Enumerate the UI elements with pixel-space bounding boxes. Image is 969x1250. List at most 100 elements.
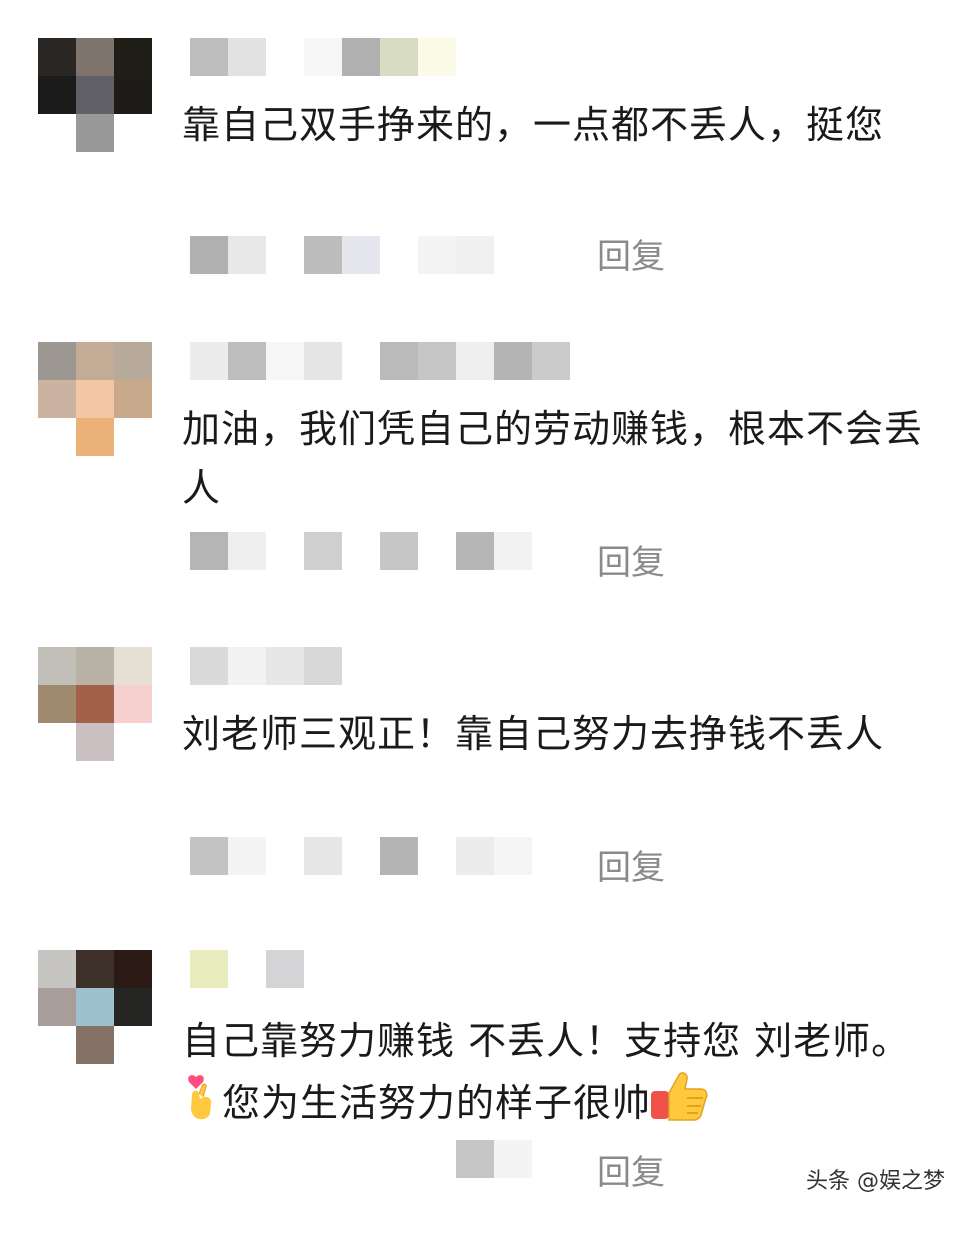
meta-pixel [342, 837, 380, 875]
meta-pixel [456, 837, 494, 875]
meta-pixel [456, 532, 494, 570]
reply-button[interactable]: 回复 [597, 544, 665, 582]
meta-pixel [342, 236, 380, 274]
username-blurred[interactable] [190, 647, 380, 685]
avatar-pixel [114, 723, 152, 761]
reply-button[interactable]: 回复 [597, 238, 665, 276]
avatar-pixel [38, 988, 76, 1026]
username-pixel [228, 950, 266, 988]
username-pixel [266, 342, 304, 380]
comment-text: 自己靠努力赚钱 不丢人！支持您 刘老师。 您为生活努力的样子很帅 [182, 1012, 942, 1140]
avatar-pixel [76, 988, 114, 1026]
username-pixel [380, 38, 418, 76]
comment-text-part: 自己靠努力赚钱 不丢人！支持您 刘老师。 [182, 1019, 911, 1063]
username-pixel [456, 342, 494, 380]
meta-pixel [456, 236, 494, 274]
meta-pixel [190, 1140, 228, 1178]
avatar-pixel [76, 342, 114, 380]
comment-meta-blurred [190, 236, 532, 274]
meta-pixel [304, 236, 342, 274]
username-blurred[interactable] [190, 38, 456, 76]
username-pixel [228, 342, 266, 380]
username-pixel [418, 342, 456, 380]
meta-pixel [190, 236, 228, 274]
comment-item: 靠自己双手挣来的，一点都不丢人，挺您 回复 [0, 38, 969, 338]
avatar-pixel [38, 1026, 76, 1064]
reply-button[interactable]: 回复 [597, 849, 665, 887]
avatar-pixel [114, 76, 152, 114]
meta-pixel [228, 236, 266, 274]
username-pixel [190, 342, 228, 380]
avatar[interactable] [38, 647, 152, 761]
avatar-pixel [38, 950, 76, 988]
username-pixel [266, 38, 304, 76]
username-pixel [418, 38, 456, 76]
avatar-pixel [76, 723, 114, 761]
meta-pixel [266, 532, 304, 570]
reply-button[interactable]: 回复 [597, 1154, 665, 1192]
avatar-pixel [38, 114, 76, 152]
comment-text: 刘老师三观正！靠自己努力去挣钱不丢人 [182, 712, 885, 756]
avatar-pixel [76, 647, 114, 685]
username-pixel [190, 950, 228, 988]
avatar-pixel [76, 114, 114, 152]
username-pixel [190, 647, 228, 685]
meta-pixel [418, 837, 456, 875]
avatar-pixel [76, 76, 114, 114]
avatar-pixel [114, 1026, 152, 1064]
username-pixel [532, 342, 570, 380]
meta-pixel [494, 1140, 532, 1178]
meta-pixel [380, 236, 418, 274]
avatar-pixel [76, 380, 114, 418]
username-blurred[interactable] [190, 342, 570, 380]
meta-pixel [304, 1140, 342, 1178]
finger-heart-emoji-icon [182, 1073, 222, 1138]
username-pixel [380, 342, 418, 380]
meta-pixel [190, 837, 228, 875]
avatar-pixel [38, 685, 76, 723]
username-pixel [304, 647, 342, 685]
avatar[interactable] [38, 38, 152, 152]
avatar-pixel [114, 380, 152, 418]
comment-item: 自己靠努力赚钱 不丢人！支持您 刘老师。 您为生活努力的样子很帅 回复 [0, 950, 969, 1250]
username-pixel [304, 342, 342, 380]
meta-pixel [304, 532, 342, 570]
username-blurred[interactable] [190, 950, 304, 988]
username-pixel [342, 38, 380, 76]
username-pixel [342, 342, 380, 380]
avatar-pixel [38, 76, 76, 114]
avatar-pixel [114, 950, 152, 988]
comment-text-part: 您为生活努力的样子很帅 [222, 1081, 652, 1125]
meta-pixel [228, 837, 266, 875]
meta-pixel [304, 837, 342, 875]
username-pixel [266, 950, 304, 988]
comment-text: 靠自己双手挣来的，一点都不丢人，挺您 [182, 103, 885, 147]
avatar[interactable] [38, 950, 152, 1064]
thumbs-up-emoji-icon [651, 1071, 709, 1140]
avatar-pixel [38, 380, 76, 418]
username-pixel [304, 38, 342, 76]
comment-text: 加油，我们凭自己的劳动赚钱，根本不会丢人 [182, 407, 924, 510]
meta-pixel [418, 236, 456, 274]
username-pixel [228, 38, 266, 76]
meta-pixel [380, 837, 418, 875]
meta-pixel [342, 1140, 380, 1178]
avatar-pixel [114, 418, 152, 456]
avatar-pixel [76, 950, 114, 988]
avatar[interactable] [38, 342, 152, 456]
meta-pixel [456, 1140, 494, 1178]
meta-pixel [342, 532, 380, 570]
meta-pixel [190, 532, 228, 570]
comment-item: 加油，我们凭自己的劳动赚钱，根本不会丢人 回复 [0, 342, 969, 642]
comment-meta-blurred [190, 532, 532, 570]
username-pixel [228, 647, 266, 685]
meta-pixel [266, 837, 304, 875]
username-pixel [266, 647, 304, 685]
meta-pixel [228, 1140, 266, 1178]
comment-item: 刘老师三观正！靠自己努力去挣钱不丢人 回复 [0, 647, 969, 947]
avatar-pixel [114, 988, 152, 1026]
comment-meta-blurred [190, 1140, 532, 1178]
username-pixel [494, 342, 532, 380]
avatar-pixel [76, 38, 114, 76]
avatar-pixel [38, 647, 76, 685]
